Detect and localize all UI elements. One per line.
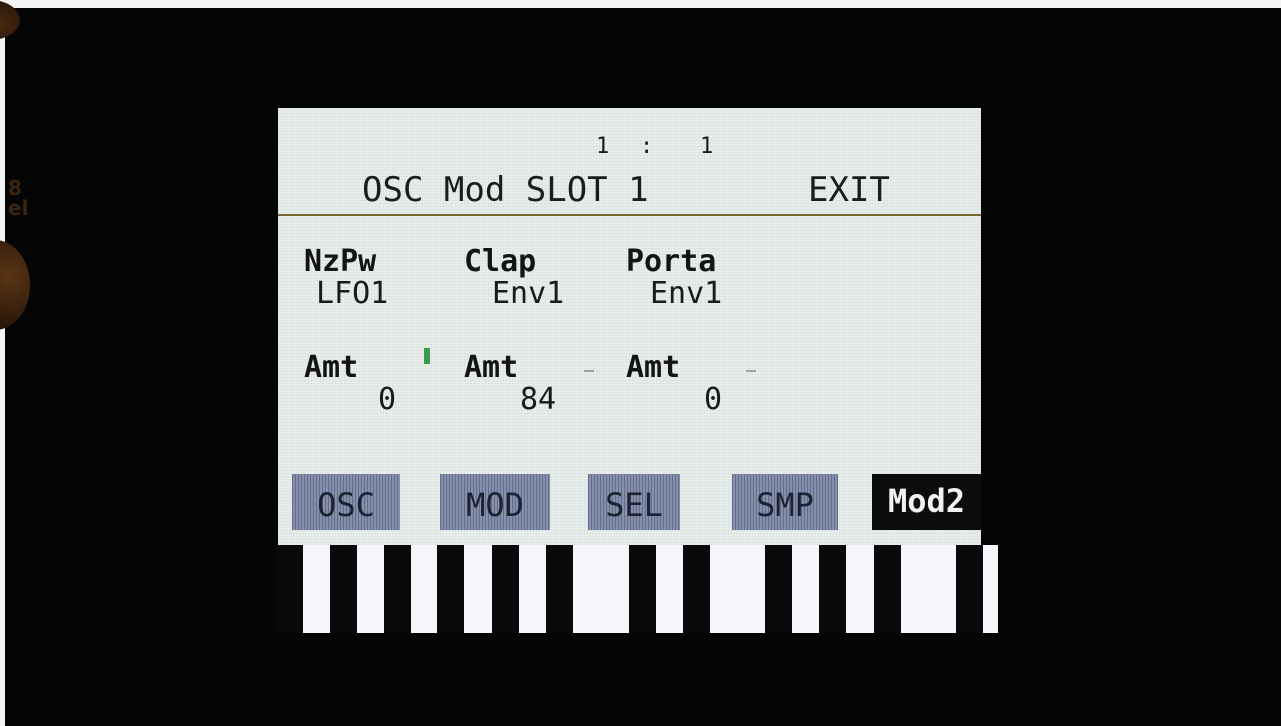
slot-3-amt-meter: [746, 370, 756, 372]
position-b: 1: [700, 134, 716, 159]
black-key[interactable]: [765, 545, 792, 633]
position-indicator: 1 : 1: [596, 134, 713, 159]
position-separator: :: [640, 134, 656, 159]
exit-button[interactable]: EXIT: [808, 170, 890, 210]
page-title: OSC Mod SLOT 1: [362, 170, 649, 210]
lcd-screen: 1 : 1 OSC Mod SLOT 1 EXIT NzPw LFO1 Amt …: [278, 108, 981, 546]
slot-2-amt-label: Amt: [464, 350, 519, 385]
piano-keyboard: [276, 545, 998, 633]
slot-1-destination[interactable]: NzPw: [304, 244, 376, 279]
black-key[interactable]: [683, 545, 710, 633]
black-key[interactable]: [629, 545, 656, 633]
slot-3-destination[interactable]: Porta: [626, 244, 716, 279]
device-bezel-top: [0, 0, 1281, 8]
side-knob: [0, 240, 30, 330]
black-key[interactable]: [874, 545, 901, 633]
black-key[interactable]: [330, 545, 357, 633]
slot-1-amt-value[interactable]: 0: [378, 382, 396, 417]
slot-2-source[interactable]: Env1: [492, 276, 564, 311]
tab-osc[interactable]: OSC: [292, 474, 400, 530]
black-key[interactable]: [276, 545, 303, 633]
slot-1-amt-meter: [424, 348, 430, 364]
position-a: 1: [596, 134, 612, 159]
slot-1-source[interactable]: LFO1: [316, 276, 388, 311]
screen-header: 1 : 1 OSC Mod SLOT 1 EXIT: [278, 108, 981, 216]
side-label: 8 el: [8, 176, 29, 220]
tab-sel[interactable]: SEL: [588, 474, 680, 530]
tab-smp[interactable]: SMP: [732, 474, 838, 530]
black-key[interactable]: [437, 545, 464, 633]
slot-3-amt-value[interactable]: 0: [704, 382, 722, 417]
slot-3-amt-label: Amt: [626, 350, 681, 385]
black-key[interactable]: [384, 545, 411, 633]
slot-2-destination[interactable]: Clap: [464, 244, 536, 279]
device-bezel-left: [0, 0, 5, 726]
black-key[interactable]: [956, 545, 983, 633]
tab-mod[interactable]: MOD: [440, 474, 550, 530]
black-key[interactable]: [492, 545, 519, 633]
slot-2-amt-meter: [584, 370, 594, 372]
black-key[interactable]: [546, 545, 573, 633]
tab-mod2[interactable]: Mod2: [872, 474, 981, 530]
black-key[interactable]: [819, 545, 846, 633]
slot-2-amt-value[interactable]: 84: [520, 382, 556, 417]
slot-3-source[interactable]: Env1: [650, 276, 722, 311]
slot-1-amt-label: Amt: [304, 350, 359, 385]
